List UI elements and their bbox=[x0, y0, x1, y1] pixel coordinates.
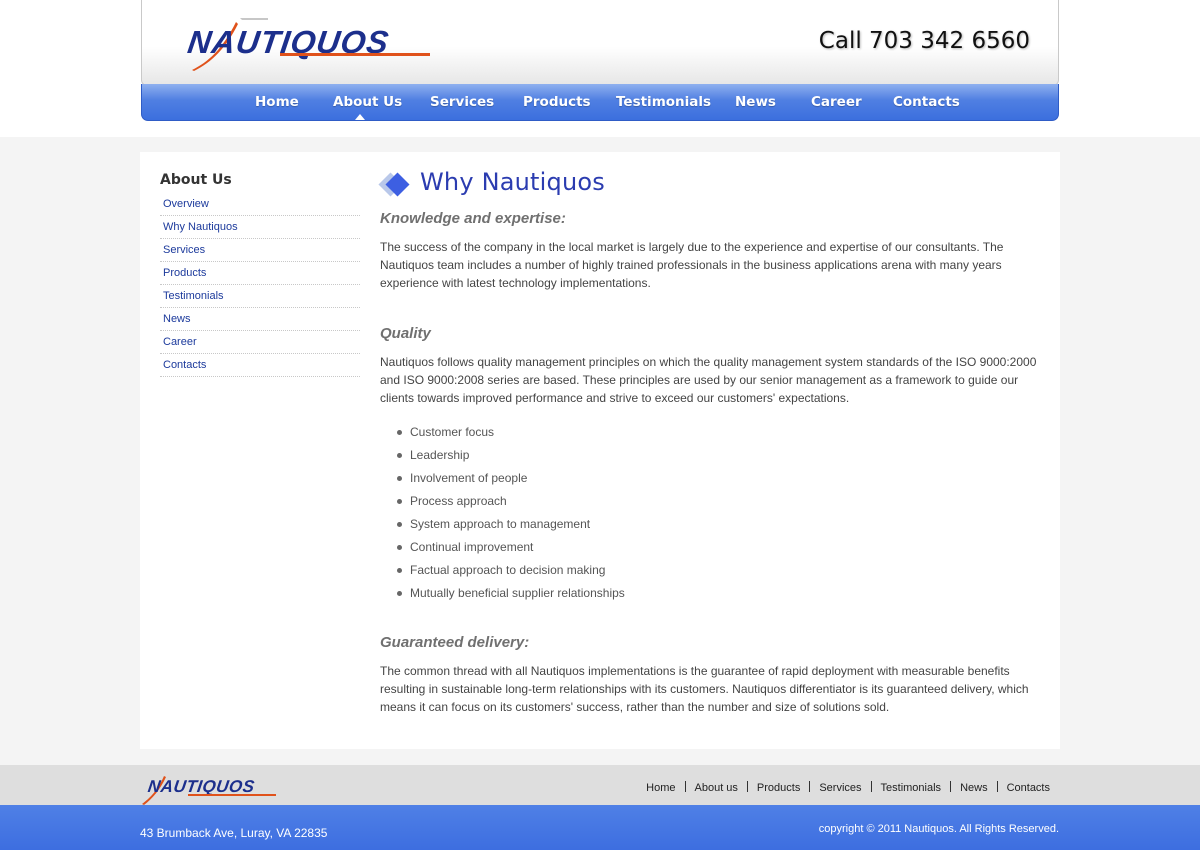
footer-link-about-us[interactable]: About us bbox=[695, 782, 738, 794]
page-heading: Why Nautiquos bbox=[378, 168, 1040, 200]
footer-link-testimonials[interactable]: Testimonials bbox=[881, 782, 942, 794]
content-panel: About Us Overview Why Nautiquos Services… bbox=[140, 152, 1060, 749]
nav-career[interactable]: Career bbox=[811, 94, 862, 110]
list-item: Mutually beneficial supplier relationshi… bbox=[396, 585, 625, 608]
sidebar-item-why-nautiquos[interactable]: Why Nautiquos bbox=[160, 216, 360, 239]
sidebar-item-services[interactable]: Services bbox=[160, 239, 360, 262]
list-item: Leadership bbox=[396, 447, 625, 470]
footer-divider bbox=[870, 781, 872, 792]
footer-copyright: copyright © 2011 Nautiquos. All Rights R… bbox=[818, 823, 1059, 835]
section-heading-delivery: Guaranteed delivery: bbox=[380, 634, 530, 651]
nav-news[interactable]: News bbox=[735, 94, 776, 110]
footer-link-home[interactable]: Home bbox=[646, 782, 675, 794]
quality-principles-list: Customer focus Leadership Involvement of… bbox=[396, 424, 625, 608]
header-top-bar: NAUTIQUOS Call 703 342 6560 bbox=[141, 0, 1059, 86]
list-item: Continual improvement bbox=[396, 539, 625, 562]
nav-testimonials[interactable]: Testimonials bbox=[616, 94, 711, 110]
sidebar-item-overview[interactable]: Overview bbox=[160, 193, 360, 216]
footer-address: 43 Brumback Ave, Luray, VA 22835 bbox=[140, 826, 328, 840]
nav-products[interactable]: Products bbox=[523, 94, 591, 110]
sidebar-title: About Us bbox=[160, 172, 232, 188]
list-item: Process approach bbox=[396, 493, 625, 516]
list-item: System approach to management bbox=[396, 516, 625, 539]
phone-number: Call 703 342 6560 bbox=[818, 28, 1030, 54]
footer-divider bbox=[684, 781, 686, 792]
logo-underline bbox=[280, 53, 430, 56]
section-text-quality: Nautiquos follows quality management pri… bbox=[380, 355, 1037, 405]
footer-divider bbox=[950, 781, 952, 792]
footer-bottom-bar: 43 Brumback Ave, Luray, VA 22835 copyrig… bbox=[0, 805, 1200, 850]
nav-home[interactable]: Home bbox=[255, 94, 299, 110]
list-item: Customer focus bbox=[396, 424, 625, 447]
footer-link-products[interactable]: Products bbox=[757, 782, 800, 794]
active-nav-indicator bbox=[355, 114, 365, 120]
list-item: Involvement of people bbox=[396, 470, 625, 493]
footer-logo-underline bbox=[188, 794, 276, 796]
nav-about-us[interactable]: About Us bbox=[333, 94, 402, 110]
footer-link-news[interactable]: News bbox=[960, 782, 988, 794]
sidebar-item-products[interactable]: Products bbox=[160, 262, 360, 285]
site-logo[interactable]: NAUTIQUOS bbox=[186, 14, 434, 72]
list-item: Factual approach to decision making bbox=[396, 562, 625, 585]
footer-logo[interactable]: NAUTIQUOS bbox=[140, 772, 280, 805]
site-header: NAUTIQUOS Call 703 342 6560 Home About U… bbox=[141, 0, 1059, 121]
section-text-expertise: The success of the company in the local … bbox=[380, 240, 1004, 290]
main-nav: Home About Us Services Products Testimon… bbox=[141, 84, 1059, 121]
footer-link-contacts[interactable]: Contacts bbox=[1007, 782, 1050, 794]
section-text-delivery: The common thread with all Nautiquos imp… bbox=[380, 664, 1029, 714]
page-title: Why Nautiquos bbox=[420, 168, 605, 196]
sidebar-menu: Overview Why Nautiquos Services Products… bbox=[160, 193, 360, 377]
footer-divider bbox=[746, 781, 748, 792]
footer-divider bbox=[809, 781, 811, 792]
sidebar-item-career[interactable]: Career bbox=[160, 331, 360, 354]
footer-nav: Home About us Products Services Testimonials… bbox=[646, 781, 1050, 794]
section-heading-quality: Quality bbox=[380, 325, 431, 342]
footer-link-services[interactable]: Services bbox=[819, 782, 861, 794]
footer-divider bbox=[996, 781, 998, 792]
nav-contacts[interactable]: Contacts bbox=[893, 94, 960, 110]
sidebar-item-testimonials[interactable]: Testimonials bbox=[160, 285, 360, 308]
sidebar-item-news[interactable]: News bbox=[160, 308, 360, 331]
sidebar-item-contacts[interactable]: Contacts bbox=[160, 354, 360, 377]
section-heading-expertise: Knowledge and expertise: bbox=[380, 210, 566, 227]
nav-services[interactable]: Services bbox=[430, 94, 494, 110]
